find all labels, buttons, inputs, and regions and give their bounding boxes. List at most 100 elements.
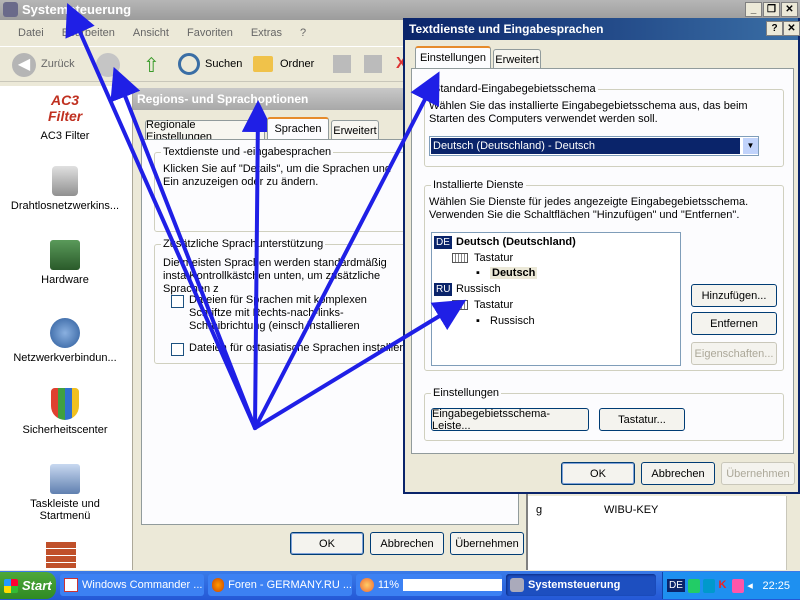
menu-ansicht[interactable]: Ansicht (133, 27, 169, 39)
keyboard-settings-button[interactable]: Tastatur... (599, 408, 685, 431)
sidebar-item-taskbar[interactable]: Taskleiste und Startmenü (0, 464, 130, 522)
tray-chart-icon[interactable] (731, 578, 745, 593)
menu-extras[interactable]: Extras (251, 27, 282, 39)
back-arrow-icon[interactable]: ◀ (12, 53, 36, 77)
minimize-button[interactable]: _ (745, 2, 762, 17)
folders-button-label[interactable]: Ordner (280, 58, 314, 70)
regional-cancel-button[interactable]: Abbrechen (370, 532, 444, 555)
tree-item-deutsch[interactable]: Deutsch (490, 267, 538, 279)
tray-play-icon[interactable] (703, 578, 716, 593)
control-panel-icon (510, 578, 524, 592)
keyboard-icon (452, 253, 468, 263)
taskbar-item-label: 11% (377, 579, 400, 591)
menu-datei[interactable]: Datei (18, 27, 44, 39)
tab-regional-settings[interactable]: Regionale Einstellungen (145, 119, 265, 143)
menu-help[interactable]: ? (300, 27, 306, 39)
sidebar-item-wireless[interactable]: Drahtlosnetzwerkins... (0, 166, 130, 212)
tray-k-icon[interactable]: K (718, 579, 729, 593)
taskbar-item-firefox[interactable]: Foren - GERMANY.RU ... (208, 574, 352, 596)
taskbar-item-label: Systemsteuerung (528, 579, 621, 591)
menu-bearbeiten[interactable]: Bearbeiten (62, 27, 115, 39)
tab-languages[interactable]: Sprachen (267, 117, 329, 139)
main-window-titlebar[interactable]: Systemsteuerung _ ❐ ✕ (0, 0, 800, 20)
tray-speaker-icon[interactable]: ◂ (747, 579, 759, 593)
tree-item-russisch-kb[interactable]: Russisch (490, 315, 535, 327)
text-ok-button[interactable]: OK (561, 462, 635, 485)
sidebar-item-label: Drahtlosnetzwerkins... (10, 200, 120, 212)
app-icon (64, 578, 78, 592)
tab-advanced[interactable]: Erweitert (331, 120, 379, 140)
windows-logo-icon (4, 578, 18, 593)
sidebar-item-label: Sicherheitscenter (22, 424, 108, 436)
group-title: Standard-Eingabegebietsschema (431, 83, 598, 95)
maximize-button[interactable]: ❐ (763, 2, 780, 17)
help-button[interactable]: ? (766, 21, 783, 36)
tab-settings[interactable]: Einstellungen (415, 46, 491, 68)
sidebar-item-ac3-filter[interactable]: AC3 Filter AC3 Filter (0, 92, 130, 142)
regional-apply-button[interactable]: Übernehmen (450, 532, 524, 555)
default-locale-select[interactable]: Deutsch (Deutschland) - Deutsch ▼ (429, 136, 759, 156)
ru-badge-icon: RU (434, 283, 453, 296)
complex-script-checkbox[interactable] (171, 295, 184, 308)
group-text: Wählen Sie Dienste für jedes angezeigte … (429, 196, 749, 221)
vertical-scrollbar[interactable] (786, 496, 800, 570)
search-button-label[interactable]: Suchen (205, 58, 242, 70)
group-title: Textdienste und -eingabesprachen (161, 146, 334, 158)
text-dialog-titlebar[interactable]: Textdienste und Eingabesprachen ? ✕ (405, 18, 800, 40)
back-button-label[interactable]: Zurück (41, 58, 75, 70)
text-apply-button[interactable]: Übernehmen (721, 462, 795, 485)
dialog-close-button[interactable]: ✕ (783, 21, 800, 36)
taskbar-item-download[interactable]: 11% (356, 574, 502, 596)
group-title: Zusätzliche Sprachunterstützung (161, 238, 326, 250)
tree-item-russisch[interactable]: Russisch (456, 283, 501, 295)
search-icon[interactable] (178, 53, 200, 75)
default-locale-group: Standard-Eingabegebietsschema Wählen Sie… (424, 83, 784, 167)
list-cell: g (536, 504, 543, 516)
properties-button[interactable]: Eigenschaften... (691, 342, 777, 365)
firewall-icon[interactable] (46, 542, 76, 568)
tab-text-advanced[interactable]: Erweitert (493, 49, 541, 69)
text-cancel-button[interactable]: Abbrechen (641, 462, 715, 485)
copy-to-icon[interactable] (364, 55, 382, 73)
sidebar-item-label: AC3 Filter (40, 130, 90, 142)
group-title: Installierte Dienste (431, 179, 526, 191)
text-tab-panel: Standard-Eingabegebietsschema Wählen Sie… (411, 68, 794, 454)
move-to-icon[interactable] (333, 55, 351, 73)
clock: 22:25 (762, 579, 791, 592)
taskbar-item-windows-commander[interactable]: Windows Commander ... (60, 574, 204, 596)
forward-arrow-icon[interactable] (96, 53, 120, 77)
sidebar-item-network[interactable]: Netzwerkverbindun... (0, 318, 130, 364)
east-asian-checkbox[interactable] (171, 343, 184, 356)
de-badge-icon: DE (434, 236, 452, 249)
sidebar: AC3 Filter AC3 Filter Drahtlosnetzwerkins… (0, 86, 133, 570)
sidebar-item-hardware[interactable]: Hardware (0, 240, 130, 286)
language-bar-button[interactable]: Eingabegebietsschema-Leiste... (431, 408, 589, 432)
system-tray: DE K ◂ 22:25 (662, 572, 800, 599)
tree-item-tastatur-ru[interactable]: Tastatur (474, 299, 513, 311)
taskbar-item-systemsteuerung[interactable]: Systemsteuerung (506, 574, 656, 596)
regional-ok-button[interactable]: OK (290, 532, 364, 555)
menu-favoriten[interactable]: Favoriten (187, 27, 233, 39)
main-window-title: Systemsteuerung (22, 2, 132, 17)
network-connections-icon (50, 318, 80, 348)
start-button[interactable]: Start (0, 572, 56, 599)
toolbar: ◀ Zurück ⇧ Suchen Ordner X (0, 46, 410, 82)
folders-icon[interactable] (253, 56, 273, 72)
services-tree[interactable]: DE Deutsch (Deutschland) Tastatur ▪ Deut… (431, 232, 681, 366)
add-button[interactable]: Hinzufügen... (691, 284, 777, 307)
up-folder-icon[interactable]: ⇧ (143, 53, 165, 77)
download-icon (360, 578, 374, 592)
chevron-down-icon[interactable]: ▼ (743, 138, 758, 154)
close-button[interactable]: ✕ (781, 2, 798, 17)
remove-button[interactable]: Entfernen (691, 312, 777, 335)
sidebar-item-security[interactable]: Sicherheitscenter (0, 388, 130, 436)
sidebar-item-label: Taskleiste und Startmenü (30, 498, 100, 522)
language-indicator[interactable]: DE (667, 579, 685, 592)
checkbox-label: Dateien für Sprachen mit komplexen Schri… (189, 294, 367, 332)
ac3-filter-icon: AC3 Filter (48, 92, 83, 124)
tree-item-deutsch-deutschland[interactable]: Deutsch (Deutschland) (456, 236, 576, 248)
security-center-icon (51, 388, 79, 420)
group-text: Die meisten Sprachen werden standardmäßi… (163, 257, 387, 295)
tree-item-tastatur[interactable]: Tastatur (474, 252, 513, 264)
tray-app-icon[interactable] (687, 578, 701, 593)
